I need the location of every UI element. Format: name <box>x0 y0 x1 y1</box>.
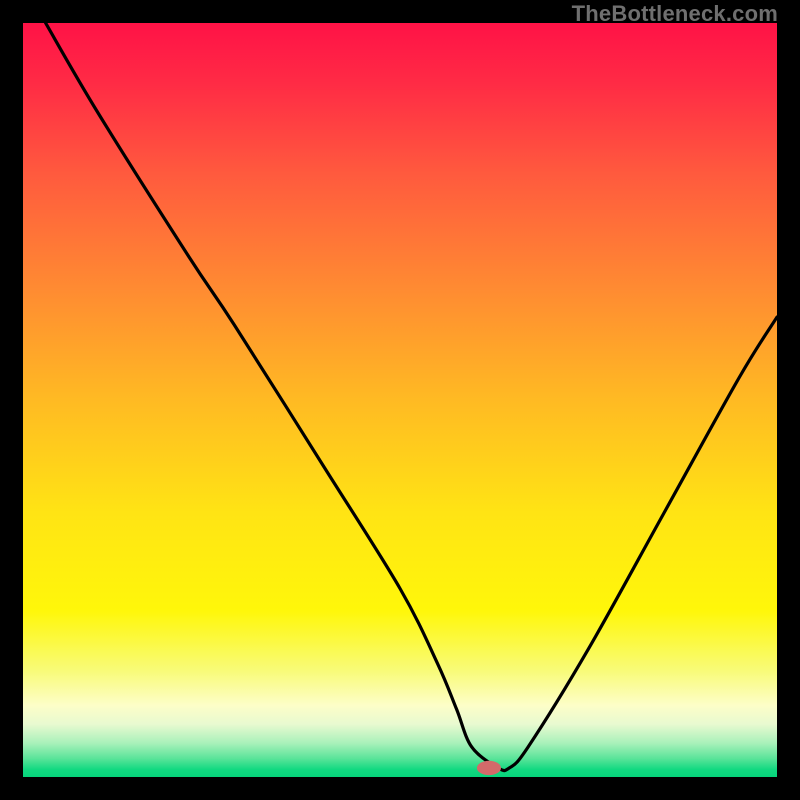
gradient-background <box>23 23 777 777</box>
chart-frame: TheBottleneck.com <box>0 0 800 800</box>
plot-area <box>23 23 777 777</box>
optimal-marker <box>477 761 501 775</box>
chart-svg <box>23 23 777 777</box>
